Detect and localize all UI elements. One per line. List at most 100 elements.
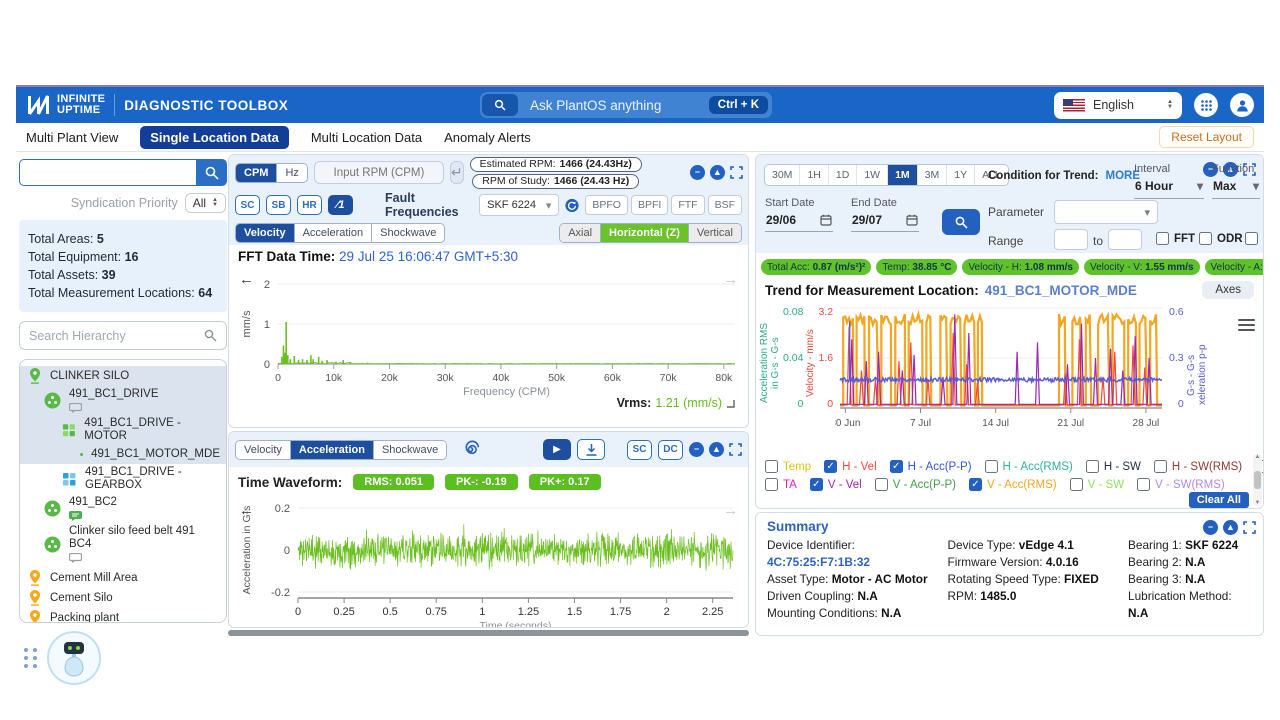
legend-h-acc-pp[interactable]: H - Acc(P-P) xyxy=(890,460,972,473)
legend-ta[interactable]: TA xyxy=(765,478,797,491)
legend-v-sw-rms[interactable]: V - SW(RMS) xyxy=(1137,478,1225,491)
tree-item-491-bc1-motor-mde[interactable]: 491_BC1_MOTOR_MDE xyxy=(20,445,226,464)
range-to-input[interactable] xyxy=(1108,229,1142,250)
waveform-signal-tabs[interactable]: Velocity Acceleration Shockwave xyxy=(235,440,447,460)
pan-left-arrow[interactable]: ← xyxy=(239,502,254,519)
input-rpm-field[interactable] xyxy=(314,161,444,184)
odr-checkbox[interactable]: ODR xyxy=(1199,232,1243,245)
unit-cpm-button[interactable]: CPM xyxy=(236,164,277,182)
range-1y[interactable]: 1Y xyxy=(947,165,975,185)
legend-h-sw-rms[interactable]: H - SW(RMS) xyxy=(1154,460,1242,473)
clear-all-button[interactable]: Clear All xyxy=(1189,492,1249,508)
bsf-button[interactable]: BSF xyxy=(708,195,742,215)
fft-spectrum-chart[interactable]: 012010k20k30k40k50k60k70k80kFrequency (C… xyxy=(238,278,741,400)
start-date-picker[interactable]: Start Date 29/06 xyxy=(765,197,833,232)
legend-h-vel[interactable]: H - Vel xyxy=(824,460,877,473)
tab-velocity[interactable]: Velocity xyxy=(236,441,291,459)
tree-item-clinker-silo[interactable]: CLINKER SILO xyxy=(20,366,226,386)
legend-v-sw[interactable]: V - SW xyxy=(1070,478,1124,491)
tab-multi-location-data[interactable]: Multi Location Data xyxy=(311,130,422,145)
legend-v-acc-rms[interactable]: V - Acc(RMS) xyxy=(969,478,1057,491)
tab-acceleration[interactable]: Acceleration xyxy=(295,224,373,242)
user-profile-icon[interactable] xyxy=(1230,93,1254,117)
tree-item-clinker-silo-feed-belt-491-bc4[interactable]: Clinker silo feed belt 491 BC4 xyxy=(20,523,226,565)
collapse-button[interactable]: − xyxy=(689,442,704,457)
language-select[interactable]: English ▲▼ xyxy=(1054,92,1182,119)
refresh-icon[interactable] xyxy=(565,197,579,214)
listen-spiral-icon[interactable] xyxy=(461,440,480,459)
bearing-select[interactable]: SKF 6224▾ xyxy=(479,194,559,216)
tab-horizontal-z[interactable]: Horizontal (Z) xyxy=(601,224,689,242)
bpfo-button[interactable]: BPFO xyxy=(585,195,628,215)
tab-axial[interactable]: Axial xyxy=(560,224,601,242)
time-waveform-chart[interactable]: 0.20-0.200.250.50.7511.251.51.7522.25Tim… xyxy=(238,502,741,628)
tab-multi-plant-view[interactable]: Multi Plant View xyxy=(26,130,118,145)
fft-checkbox[interactable]: FFT xyxy=(1156,232,1195,245)
trend-search-button[interactable] xyxy=(942,209,980,235)
sc-button[interactable]: SC xyxy=(627,440,652,460)
pan-right-arrow[interactable]: → xyxy=(723,271,738,288)
drag-handle-icon[interactable] xyxy=(24,648,38,668)
search-placeholder[interactable]: Ask PlantOS anything xyxy=(530,98,697,113)
ftf-button[interactable]: FTF xyxy=(671,195,704,215)
reset-layout-button[interactable]: Reset Layout xyxy=(1159,126,1254,148)
syndication-priority-select[interactable]: All ▲▼ xyxy=(185,193,226,213)
expand-button[interactable]: ▲ xyxy=(1223,520,1238,535)
tab-shockwave[interactable]: Shockwave xyxy=(372,224,444,242)
tab-anomaly-alerts[interactable]: Anomaly Alerts xyxy=(444,130,531,145)
tree-item-491-bc1-drive-gearbox[interactable]: 491_BC1_DRIVE - GEARBOX xyxy=(20,464,226,494)
expand-button[interactable]: ▲ xyxy=(709,442,724,457)
interval-select[interactable]: Interval 6 Hour▾ xyxy=(1134,163,1204,199)
sb-button[interactable]: SB xyxy=(266,195,291,215)
search-icon[interactable] xyxy=(482,94,518,116)
tree-item-packing-plant[interactable]: Packing plant xyxy=(20,608,226,623)
hr-button[interactable]: HR xyxy=(297,195,322,215)
range-3m[interactable]: 3M xyxy=(918,165,948,185)
pan-right-arrow[interactable]: → xyxy=(723,502,738,519)
hierarchy-search-input[interactable]: Search Hierarchy xyxy=(19,321,227,350)
function-select[interactable]: Function Max▾ xyxy=(1212,163,1260,199)
tab-vertical[interactable]: Vertical xyxy=(689,224,741,242)
range-1d[interactable]: 1D xyxy=(829,165,857,185)
sc-button[interactable]: SC xyxy=(235,195,260,215)
end-date-picker[interactable]: End Date 29/07 xyxy=(851,197,919,232)
infinite-uptime-logo[interactable]: INFINITEUPTIME xyxy=(26,93,105,117)
parameter-select[interactable]: ▾ xyxy=(1054,200,1158,224)
collapse-button[interactable]: − xyxy=(690,165,705,180)
collapse-button[interactable]: − xyxy=(1203,520,1218,535)
tab-single-location-data[interactable]: Single Location Data xyxy=(140,126,289,149)
apps-grid-icon[interactable] xyxy=(1194,93,1218,117)
legend-temp[interactable]: Temp xyxy=(765,460,811,473)
download-icon[interactable] xyxy=(577,439,605,460)
sidebar-search-input[interactable] xyxy=(19,159,196,186)
pan-left-arrow[interactable]: ← xyxy=(239,271,254,288)
fft-axis-tabs[interactable]: Axial Horizontal (Z) Vertical xyxy=(559,223,742,243)
ic-checkbox[interactable]: IC xyxy=(1245,232,1264,245)
time-range-buttons[interactable]: 30M 1H 1D 1W 1M 3M 1Y ALL xyxy=(764,164,1009,186)
tree-item-cement-mill-area[interactable]: Cement Mill Area xyxy=(20,568,226,588)
tree-item-491-bc1-drive[interactable]: 491_BC1_DRIVE xyxy=(20,386,226,415)
play-button[interactable]: ▶ xyxy=(543,439,571,460)
legend-h-sw[interactable]: H - SW xyxy=(1086,460,1141,473)
horizontal-scrollbar[interactable] xyxy=(228,630,749,636)
resize-corner-icon[interactable] xyxy=(726,399,735,408)
legend-h-acc-rms[interactable]: H - Acc(RMS) xyxy=(985,460,1073,473)
unit-toggle[interactable]: CPM Hz xyxy=(235,163,308,183)
chart-menu-icon[interactable] xyxy=(1238,316,1255,334)
range-1m[interactable]: 1M xyxy=(888,165,918,185)
fullscreen-icon[interactable] xyxy=(1243,521,1256,534)
fft-signal-tabs[interactable]: Velocity Acceleration Shockwave xyxy=(235,223,445,243)
legend-v-vel[interactable]: V - Vel xyxy=(810,478,862,491)
device-identifier-link[interactable]: 4C:75:25:F7:1B:32 xyxy=(767,555,870,569)
fullscreen-icon[interactable] xyxy=(730,166,743,179)
range-from-input[interactable] xyxy=(1054,229,1088,250)
tab-shockwave[interactable]: Shockwave xyxy=(374,441,446,459)
expand-button[interactable]: ▲ xyxy=(710,165,725,180)
legend-scrollbar[interactable]: ▲▼ xyxy=(1253,454,1262,506)
range-1w[interactable]: 1W xyxy=(857,165,888,185)
tab-acceleration[interactable]: Acceleration xyxy=(291,441,374,459)
assistant-robot-button[interactable] xyxy=(47,631,101,685)
tree-item-491-bc1-drive-motor[interactable]: 491_BC1_DRIVE - MOTOR xyxy=(20,415,226,445)
plantos-search[interactable]: Ask PlantOS anything Ctrl + K xyxy=(480,92,772,118)
range-30m[interactable]: 30M xyxy=(765,165,800,185)
